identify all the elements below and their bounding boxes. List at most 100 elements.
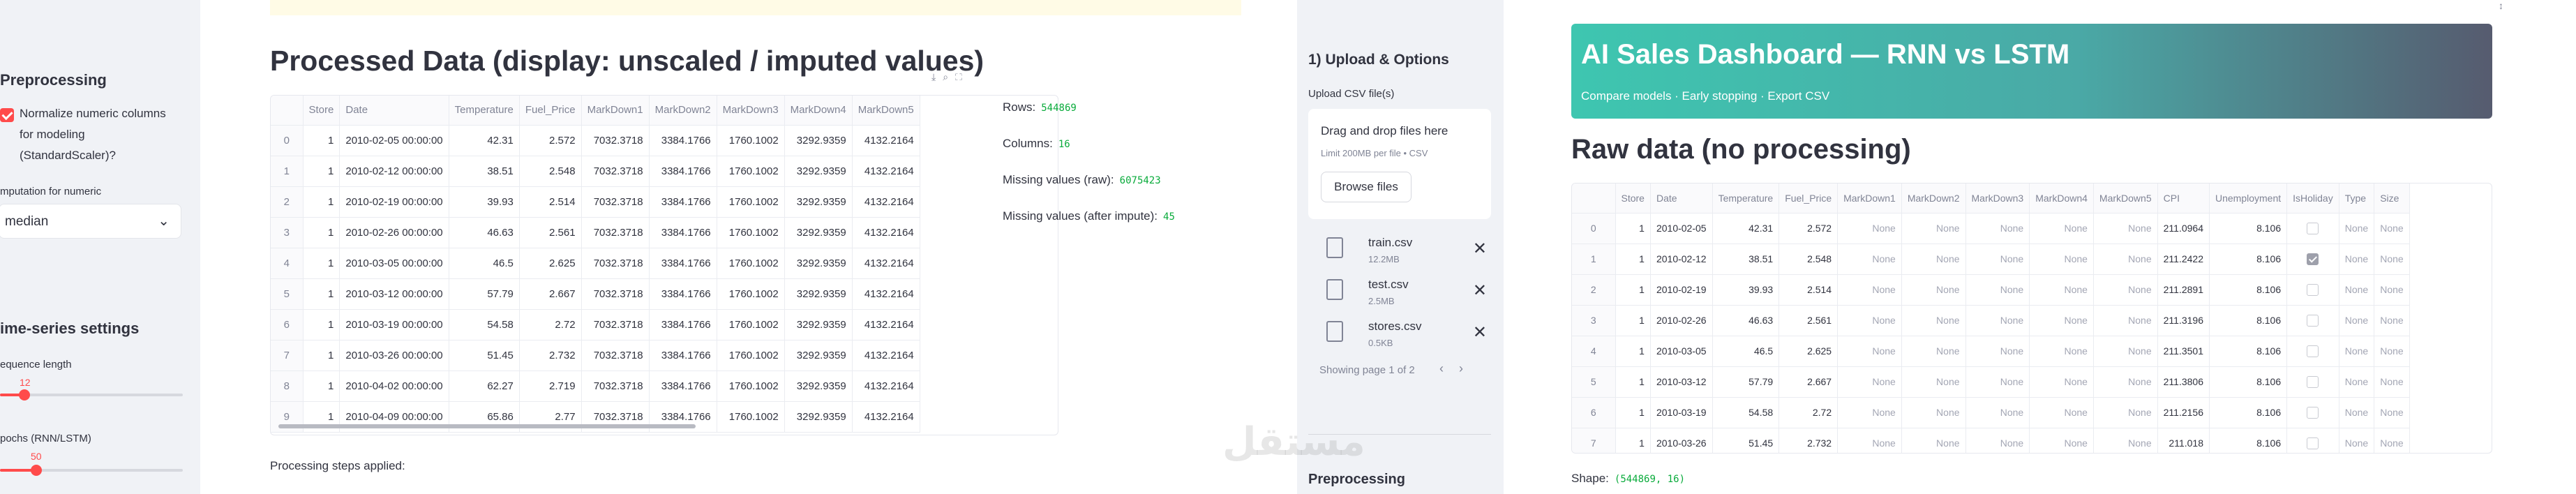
table-row[interactable]: 4 1 2010-03-05 46.5 2.625 None None None None Non… [1572, 336, 2410, 367]
table-row[interactable]: 0 1 2010-02-05 00:00:00 42.31 2.572 7032.3718… [271, 125, 920, 156]
column-header[interactable]: Unemployment [2209, 184, 2288, 214]
table-cell: 7032.3718 [581, 125, 650, 156]
table-cell: 1 [1615, 305, 1651, 336]
table-row[interactable]: 7 1 2010-03-26 00:00:00 51.45 2.732 7032.3718… [271, 340, 920, 371]
table-cell: 3384.1766 [649, 217, 717, 248]
column-header[interactable]: MarkDown2 [1901, 184, 1966, 214]
checkbox-icon [2307, 314, 2319, 327]
column-header[interactable]: Type [2339, 184, 2375, 214]
browse-files-button[interactable]: Browse files [1321, 172, 1411, 202]
next-page-icon[interactable]: › [1459, 361, 1463, 376]
column-header[interactable]: MarkDown2 [649, 96, 717, 126]
normalize-checkbox[interactable] [0, 108, 14, 122]
prev-page-icon[interactable]: ‹ [1439, 361, 1444, 376]
column-header[interactable]: MarkDown5 [2093, 184, 2158, 214]
remove-file-icon[interactable]: ✕ [1473, 322, 1487, 343]
table-cell: 2010-02-26 [1650, 305, 1713, 336]
table-cell: None [1901, 366, 1966, 398]
table-row[interactable]: 2 1 2010-02-19 00:00:00 39.93 2.514 7032.3718… [271, 186, 920, 218]
column-header[interactable]: MarkDown5 [852, 96, 920, 126]
table-row[interactable]: 4 1 2010-03-05 00:00:00 46.5 2.625 7032.3718 3… [271, 248, 920, 279]
column-header[interactable]: MarkDown3 [717, 96, 785, 126]
column-header[interactable]: MarkDown1 [1837, 184, 1902, 214]
scroll-up-icon[interactable]: ↕ [2499, 0, 2503, 11]
table-cell: 1760.1002 [717, 156, 785, 187]
column-header[interactable]: MarkDown3 [1965, 184, 2030, 214]
column-header[interactable]: Fuel_Price [519, 96, 582, 126]
dropzone-limit: Limit 200MB per file • CSV [1321, 148, 1428, 158]
table-cell: 1 [303, 125, 340, 156]
seq-length-slider-thumb[interactable] [19, 389, 30, 401]
table-cell: None [2374, 274, 2410, 306]
search-icon[interactable]: ⌕ [943, 71, 955, 82]
table-row[interactable]: 1 1 2010-02-12 00:00:00 38.51 2.548 7032.3718… [271, 156, 920, 187]
fullscreen-icon[interactable]: ⛶ [955, 71, 969, 82]
download-icon[interactable]: ⤓ [931, 71, 943, 82]
table-cell: None [2029, 397, 2094, 428]
app-banner: AI Sales Dashboard — RNN vs LSTM Compare… [1571, 24, 2492, 119]
processed-dataframe[interactable]: Store Date Temperature Fuel_Price MarkDown1 M… [270, 95, 1058, 435]
column-header[interactable]: Fuel_Price [1779, 184, 1839, 214]
column-header[interactable]: Store [303, 96, 340, 126]
table-cell: None [1965, 305, 2030, 336]
table-cell: 1 [1615, 244, 1651, 275]
column-header[interactable] [271, 96, 304, 126]
column-header[interactable] [1572, 184, 1616, 214]
table-row[interactable]: 7 1 2010-03-26 51.45 2.732 None None None None No… [1572, 428, 2410, 453]
column-header[interactable]: Store [1615, 184, 1651, 214]
table-cell: 42.31 [449, 125, 520, 156]
table-cell: None [2339, 397, 2375, 428]
table-cell: 3292.9359 [784, 370, 853, 402]
table-row[interactable]: 5 1 2010-03-12 57.79 2.667 None None None None No… [1572, 366, 2410, 398]
table-row[interactable]: 5 1 2010-03-12 00:00:00 57.79 2.667 7032.3718… [271, 278, 920, 310]
table-row[interactable]: 1 1 2010-02-12 38.51 2.548 None None None None No… [1572, 244, 2410, 275]
table-cell: None [1965, 274, 2030, 306]
table-cell: 1 [303, 248, 340, 279]
raw-dataframe[interactable]: Store Date Temperature Fuel_Price MarkDown1 M… [1571, 183, 2492, 454]
column-header[interactable]: MarkDown4 [2029, 184, 2094, 214]
table-row[interactable]: 6 1 2010-03-19 54.58 2.72 None None None None Non… [1572, 397, 2410, 428]
column-header[interactable]: MarkDown4 [784, 96, 853, 126]
column-header[interactable]: CPI [2157, 184, 2210, 214]
checkbox-icon [2307, 253, 2319, 265]
table-cell: 2010-03-12 00:00:00 [339, 278, 449, 310]
table-row[interactable]: 2 1 2010-02-19 39.93 2.514 None None None None No… [1572, 274, 2410, 306]
table-row[interactable]: 3 1 2010-02-26 00:00:00 46.63 2.561 7032.3718… [271, 217, 920, 248]
table-cell: 5 [271, 278, 304, 310]
table-row[interactable]: 8 1 2010-04-02 00:00:00 62.27 2.719 7032.3718… [271, 370, 920, 402]
epochs-slider-thumb[interactable] [31, 465, 42, 476]
epochs-value: 50 [31, 451, 42, 462]
missing-after-metric: Missing values (after impute): 45 [1003, 209, 1175, 223]
file-dropzone[interactable]: Drag and drop files here Limit 200MB per… [1308, 109, 1491, 219]
table-cell: None [1965, 366, 2030, 398]
table-row[interactable]: 3 1 2010-02-26 46.63 2.561 None None None None No… [1572, 305, 2410, 336]
warning-banner [270, 0, 1241, 15]
table-cell: 39.93 [449, 186, 520, 218]
table-row[interactable]: 0 1 2010-02-05 42.31 2.572 None None None None No… [1572, 213, 2410, 244]
table-cell: None [2093, 428, 2158, 453]
remove-file-icon[interactable]: ✕ [1473, 239, 1487, 259]
processed-main: Processed Data (display: unscaled / impu… [200, 0, 1297, 494]
table-cell: 3292.9359 [784, 248, 853, 279]
column-header[interactable]: MarkDown1 [581, 96, 650, 126]
table-horizontal-scrollbar[interactable] [278, 424, 696, 428]
table-cell: 8.106 [2209, 428, 2288, 453]
column-header[interactable]: Temperature [1712, 184, 1780, 214]
table-row[interactable]: 6 1 2010-03-19 00:00:00 54.58 2.72 7032.3718 3… [271, 309, 920, 340]
column-header[interactable]: Date [339, 96, 449, 126]
seq-length-label: equence length [0, 359, 72, 370]
table-cell: 4132.2164 [852, 217, 920, 248]
column-header[interactable]: Temperature [449, 96, 520, 126]
dataframe-toolbar[interactable]: ⤓⌕⛶ [931, 71, 969, 83]
table-cell: 2.732 [1779, 428, 1839, 453]
imputation-select[interactable]: median ⌄ [0, 204, 181, 239]
missing-raw-metric: Missing values (raw): 6075423 [1003, 173, 1161, 186]
column-header[interactable]: IsHoliday [2286, 184, 2339, 214]
table-cell: 0 [1572, 213, 1616, 244]
column-header[interactable]: Size [2374, 184, 2410, 214]
table-cell: 1 [1615, 397, 1651, 428]
remove-file-icon[interactable]: ✕ [1473, 280, 1487, 301]
upload-section-title: 1) Upload & Options [1308, 52, 1449, 68]
table-cell: 2010-02-12 00:00:00 [339, 156, 449, 187]
column-header[interactable]: Date [1650, 184, 1713, 214]
